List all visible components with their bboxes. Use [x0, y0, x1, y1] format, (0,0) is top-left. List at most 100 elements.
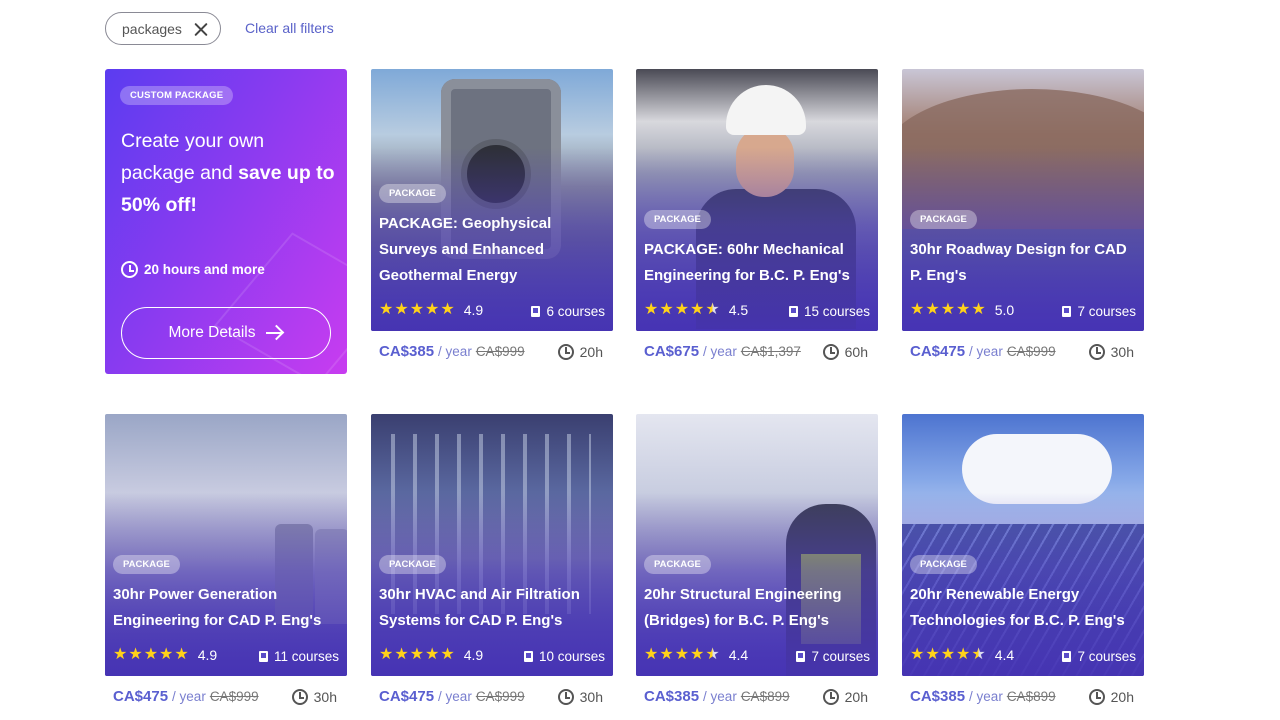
- price-row: CA$475 / year CA$999 30h: [379, 688, 611, 705]
- package-badge: PACKAGE: [910, 555, 977, 574]
- course-image[interactable]: PACKAGE 30hr Roadway Design for CAD P. E…: [902, 69, 1144, 331]
- star-icon: ★: [379, 646, 394, 663]
- price: CA$385: [910, 688, 966, 705]
- course-card[interactable]: PACKAGE 30hr Power Generation Engineerin…: [105, 414, 347, 705]
- duration-label: 20h: [579, 343, 603, 360]
- duration: 20h: [557, 343, 603, 360]
- book-icon: [796, 651, 806, 662]
- book-icon: [1062, 306, 1072, 317]
- star-icon: ★: [394, 646, 409, 663]
- star-icon: ★: [425, 301, 440, 318]
- star-icon: ★: [159, 646, 174, 663]
- arrow-right-icon: [265, 326, 284, 340]
- close-icon[interactable]: [194, 22, 208, 36]
- course-image[interactable]: PACKAGE PACKAGE: Geophysical Surveys and…: [371, 69, 613, 331]
- clock-icon: [291, 688, 308, 705]
- course-image[interactable]: PACKAGE PACKAGE: 60hr Mechanical Enginee…: [636, 69, 878, 331]
- price: CA$475: [113, 688, 169, 705]
- duration: 30h: [1088, 343, 1134, 360]
- course-card[interactable]: PACKAGE 30hr HVAC and Air Filtration Sys…: [371, 414, 613, 705]
- course-title[interactable]: 30hr HVAC and Air Filtration Systems for…: [379, 582, 611, 634]
- price-row: CA$385 / year CA$899 20h: [910, 688, 1142, 705]
- filter-chip-packages[interactable]: packages: [105, 12, 221, 45]
- star-icon: ★: [659, 646, 674, 663]
- rating-stars: ★ ★ ★ ★ ★ 5.0: [910, 301, 1014, 319]
- star-icon: ★: [394, 301, 409, 318]
- clock-icon: [557, 688, 574, 705]
- star-icon: ★: [956, 646, 971, 663]
- course-title[interactable]: 20hr Structural Engineering (Bridges) fo…: [644, 582, 876, 634]
- rating-value: 4.4: [994, 647, 1015, 663]
- duration: 20h: [822, 688, 868, 705]
- star-icon: ★: [690, 301, 705, 318]
- price-row: CA$385 / year CA$899 20h: [644, 688, 876, 705]
- star-icon: ★: [379, 301, 394, 318]
- course-count: 10 courses: [523, 649, 605, 664]
- course-card[interactable]: PACKAGE 30hr Roadway Design for CAD P. E…: [902, 69, 1144, 360]
- star-icon: ★: [659, 301, 674, 318]
- course-count: 15 courses: [788, 304, 870, 319]
- course-count: 7 courses: [1062, 304, 1136, 319]
- book-icon: [788, 306, 798, 317]
- course-card[interactable]: PACKAGE 20hr Structural Engineering (Bri…: [636, 414, 878, 705]
- course-image[interactable]: PACKAGE 20hr Renewable Energy Technologi…: [902, 414, 1144, 676]
- old-price: CA$899: [740, 689, 790, 704]
- course-image[interactable]: PACKAGE 30hr Power Generation Engineerin…: [105, 414, 347, 676]
- custom-package-card: CUSTOM PACKAGE Create your own package a…: [105, 69, 347, 374]
- package-badge: PACKAGE: [644, 555, 711, 574]
- course-image[interactable]: PACKAGE 30hr HVAC and Air Filtration Sys…: [371, 414, 613, 676]
- price-period: / year: [969, 689, 1003, 704]
- course-count: 7 courses: [796, 649, 870, 664]
- old-price: CA$999: [1006, 344, 1056, 359]
- promo-hours: 20 hours and more: [121, 261, 265, 278]
- promo-headline: Create your own package and save up to 5…: [121, 130, 335, 216]
- course-title[interactable]: 30hr Power Generation Engineering for CA…: [113, 582, 345, 634]
- promo-hours-label: 20 hours and more: [144, 262, 265, 277]
- package-badge: PACKAGE: [379, 184, 446, 203]
- clock-icon: [822, 343, 839, 360]
- price-period: / year: [703, 689, 737, 704]
- rating-stars: ★ ★ ★ ★ ★ 4.9: [379, 646, 483, 664]
- rating-stars: ★ ★ ★ ★ ★ 4.9: [379, 301, 483, 319]
- course-title[interactable]: PACKAGE: 60hr Mechanical Engineering for…: [644, 237, 876, 289]
- old-price: CA$899: [1006, 689, 1056, 704]
- star-icon: ★: [971, 646, 986, 663]
- course-title[interactable]: 30hr Roadway Design for CAD P. Eng's: [910, 237, 1142, 289]
- star-icon: ★: [644, 301, 659, 318]
- book-icon: [523, 651, 533, 662]
- star-icon: ★: [971, 301, 986, 318]
- course-title[interactable]: 20hr Renewable Energy Technologies for B…: [910, 582, 1142, 634]
- star-icon: ★: [143, 646, 159, 663]
- star-icon: ★: [425, 646, 440, 663]
- price-period: / year: [172, 689, 206, 704]
- rating-stars: ★ ★ ★ ★ ★ 4.4: [644, 646, 748, 664]
- price-period: / year: [703, 344, 737, 359]
- filter-chip-label: packages: [122, 20, 182, 37]
- more-details-button[interactable]: More Details: [121, 307, 331, 359]
- course-title[interactable]: PACKAGE: Geophysical Surveys and Enhance…: [379, 211, 611, 289]
- course-card[interactable]: PACKAGE PACKAGE: 60hr Mechanical Enginee…: [636, 69, 878, 360]
- price-period: / year: [438, 689, 472, 704]
- star-icon: ★: [925, 301, 940, 318]
- rating-stars: ★ ★ ★ ★ ★ 4.5: [644, 301, 748, 319]
- star-icon: ★: [113, 646, 128, 663]
- duration-label: 30h: [579, 688, 603, 705]
- clear-all-filters-link[interactable]: Clear all filters: [245, 20, 334, 36]
- course-count: 11 courses: [258, 649, 339, 664]
- price-row: CA$475 / year CA$999 30h: [910, 343, 1142, 360]
- price-period: / year: [438, 344, 472, 359]
- course-card[interactable]: PACKAGE 20hr Renewable Energy Technologi…: [902, 414, 1144, 705]
- star-icon: ★: [674, 646, 690, 663]
- package-badge: PACKAGE: [379, 555, 446, 574]
- course-image[interactable]: PACKAGE 20hr Structural Engineering (Bri…: [636, 414, 878, 676]
- star-icon: ★: [174, 646, 189, 663]
- course-card[interactable]: PACKAGE PACKAGE: Geophysical Surveys and…: [371, 69, 613, 360]
- duration-label: 30h: [1110, 343, 1134, 360]
- rating-stars: ★ ★ ★ ★ ★ 4.9: [113, 646, 217, 664]
- package-badge: PACKAGE: [113, 555, 180, 574]
- star-icon: ★: [705, 646, 720, 663]
- price: CA$475: [379, 688, 435, 705]
- package-badge: PACKAGE: [644, 210, 711, 229]
- duration-label: 60h: [844, 343, 868, 360]
- duration: 20h: [1088, 688, 1134, 705]
